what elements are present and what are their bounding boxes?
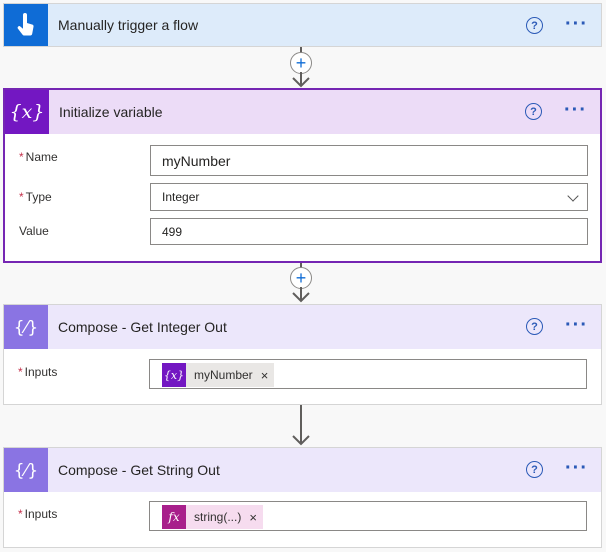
- trigger-card[interactable]: Manually trigger a flow ? ···: [3, 3, 602, 47]
- token-label: string(...): [186, 505, 246, 529]
- dynamic-content-token[interactable]: {x} myNumber ×: [162, 363, 275, 387]
- initialize-variable-card[interactable]: {x} Initialize variable ? ··· * Name myNu…: [3, 88, 602, 263]
- type-selected-value: Integer: [162, 190, 200, 204]
- compose-string-card[interactable]: {⁄} Compose - Get String Out ? ··· * Inpu…: [3, 447, 602, 548]
- more-options-icon[interactable]: ···: [565, 14, 588, 34]
- compose-integer-header[interactable]: {⁄} Compose - Get Integer Out ? ···: [4, 305, 601, 349]
- compose-braces-icon: {⁄}: [4, 448, 48, 492]
- expression-token[interactable]: fx string(...) ×: [162, 505, 263, 529]
- compose-braces-icon: {⁄}: [4, 305, 48, 349]
- remove-token-icon[interactable]: ×: [245, 505, 263, 529]
- svg-text:{⁄}: {⁄}: [14, 318, 38, 338]
- remove-token-icon[interactable]: ×: [256, 363, 275, 387]
- type-label: * Type: [19, 190, 52, 204]
- add-step-button[interactable]: +: [290, 267, 312, 289]
- help-icon[interactable]: ?: [526, 461, 543, 478]
- touch-hand-icon: [4, 4, 48, 46]
- more-options-icon[interactable]: ···: [564, 100, 587, 120]
- initialize-variable-header[interactable]: {x} Initialize variable ? ···: [5, 90, 600, 134]
- inputs-field[interactable]: fx string(...) ×: [149, 501, 587, 531]
- value-label: Value: [19, 224, 49, 238]
- inputs-label: * Inputs: [18, 365, 58, 379]
- compose-string-header[interactable]: {⁄} Compose - Get String Out ? ···: [4, 448, 601, 492]
- name-field[interactable]: myNumber: [150, 145, 588, 176]
- value-field[interactable]: 499: [150, 218, 588, 245]
- token-label: myNumber: [186, 363, 257, 387]
- flow-arrow-icon: [292, 287, 310, 303]
- chevron-down-icon: [567, 190, 579, 202]
- svg-text:{⁄}: {⁄}: [14, 461, 38, 481]
- svg-text:{x}: {x}: [10, 101, 44, 123]
- inputs-field[interactable]: {x} myNumber ×: [149, 359, 587, 389]
- compose-integer-title: Compose - Get Integer Out: [58, 319, 227, 335]
- help-icon[interactable]: ?: [525, 103, 542, 120]
- initialize-variable-title: Initialize variable: [59, 104, 163, 120]
- variable-braces-icon: {x}: [162, 363, 186, 387]
- more-options-icon[interactable]: ···: [565, 458, 588, 478]
- help-icon[interactable]: ?: [526, 17, 543, 34]
- trigger-header[interactable]: Manually trigger a flow ? ···: [4, 4, 601, 46]
- trigger-title: Manually trigger a flow: [58, 17, 199, 33]
- compose-integer-card[interactable]: {⁄} Compose - Get Integer Out ? ··· * Inp…: [3, 304, 602, 405]
- more-options-icon[interactable]: ···: [565, 315, 588, 335]
- fx-icon: fx: [162, 505, 186, 529]
- flow-arrow-icon: [292, 405, 310, 446]
- help-icon[interactable]: ?: [526, 318, 543, 335]
- name-label: * Name: [19, 150, 58, 164]
- type-dropdown[interactable]: Integer: [150, 183, 588, 211]
- variable-braces-icon: {x}: [5, 90, 49, 134]
- add-step-button[interactable]: +: [290, 52, 312, 74]
- flow-arrow-icon: [292, 72, 310, 88]
- compose-string-title: Compose - Get String Out: [58, 462, 220, 478]
- inputs-label: * Inputs: [18, 507, 58, 521]
